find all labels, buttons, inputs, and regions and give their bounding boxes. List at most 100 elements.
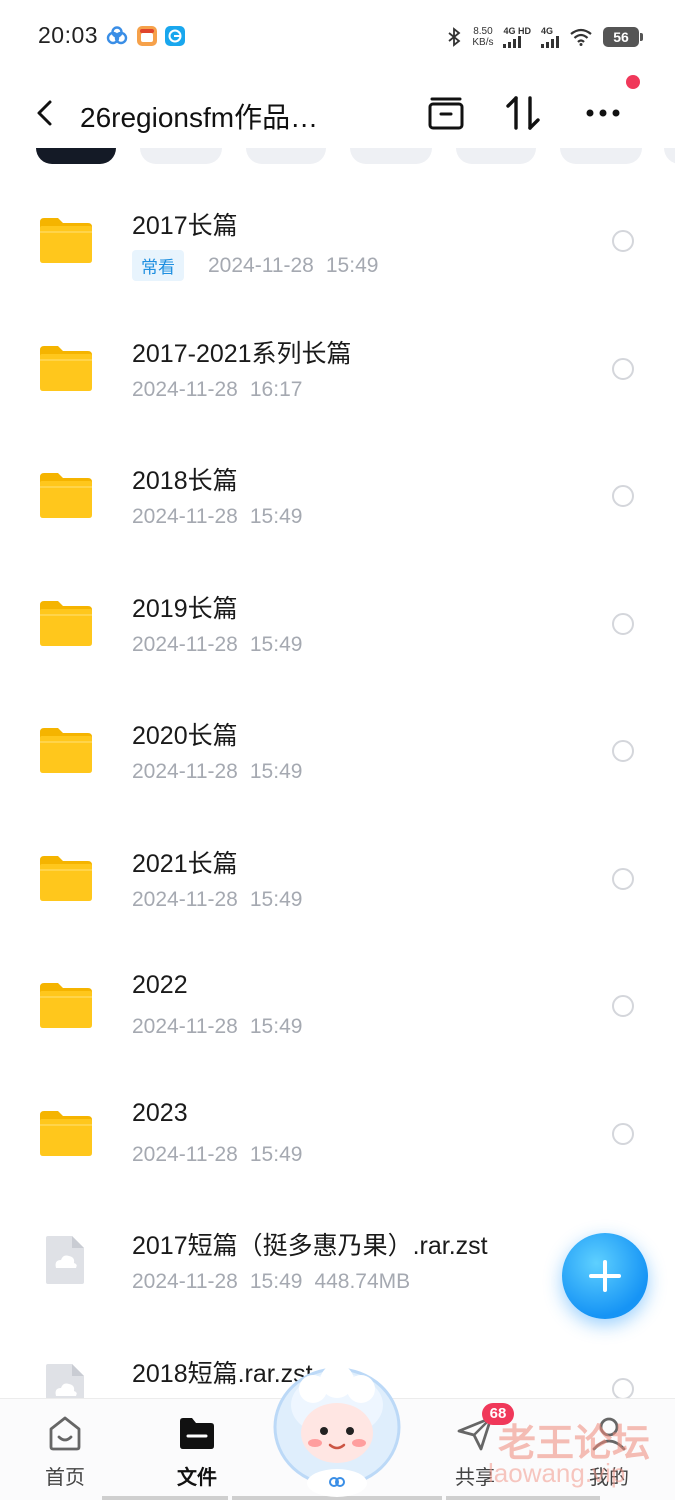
select-radio[interactable]	[612, 357, 634, 380]
folder-icon	[40, 345, 92, 391]
more-icon[interactable]	[580, 90, 626, 136]
file-meta: 2024-11-28 15:49	[132, 760, 302, 784]
profile-icon	[592, 1417, 626, 1451]
shop-app-icon	[137, 26, 157, 46]
file-time: 15:49	[249, 1270, 303, 1293]
file-size: 448.74MB	[314, 1270, 411, 1293]
file-name: 2023	[132, 1098, 188, 1127]
signal-bars-icon	[503, 35, 522, 48]
status-time: 20:03	[38, 22, 99, 48]
cloud-app-icon	[106, 26, 128, 45]
filter-chip[interactable]	[246, 148, 326, 164]
filter-chip[interactable]	[36, 148, 116, 164]
file-row[interactable]: 2020长篇 2024-11-28 15:49	[0, 678, 675, 806]
add-button[interactable]	[562, 1233, 648, 1319]
select-radio[interactable]	[612, 867, 634, 890]
file-name: 2017短篇（挺多惠乃果）.rar.zst	[132, 1232, 488, 1260]
file-meta: 2024-11-28 16:17	[132, 378, 302, 402]
file-name: 2022	[132, 971, 188, 999]
file-time: 16:17	[249, 377, 303, 401]
filter-chip[interactable]	[456, 148, 536, 164]
file-row[interactable]: 2021长篇 2024-11-28 15:49	[0, 806, 675, 934]
file-date: 2024-11-28	[132, 1270, 238, 1293]
top-bar: 26regionsfm作品…	[0, 72, 675, 154]
nav-profile[interactable]: 我的	[554, 1399, 664, 1500]
browser-app-icon	[165, 26, 185, 46]
file-date: 2024-11-28	[132, 632, 238, 656]
file-name: 2017-2021系列长篇	[132, 339, 352, 368]
folder-icon	[40, 728, 92, 773]
file-time: 15:49	[249, 632, 303, 656]
file-date: 2024-11-28	[132, 377, 238, 401]
compressed-file-icon	[46, 1236, 84, 1284]
wifi-icon	[570, 28, 592, 46]
filter-chip[interactable]	[140, 148, 222, 164]
file-date: 2024-11-28	[132, 1142, 238, 1166]
file-name: 2020长篇	[132, 722, 238, 750]
file-meta: 2024-11-28 15:49	[132, 1143, 302, 1167]
file-row[interactable]: 2017长篇 常看 2024-11-28 15:49	[0, 168, 675, 296]
select-radio[interactable]	[612, 230, 634, 252]
file-time: 15:49	[249, 1142, 303, 1166]
select-radio[interactable]	[612, 612, 634, 635]
select-radio[interactable]	[612, 1377, 634, 1400]
select-radio[interactable]	[612, 485, 634, 507]
signal-bars-icon	[541, 35, 559, 48]
file-time: 15:49	[325, 253, 379, 277]
file-meta: 2024-11-28 15:49 448.74MB	[132, 1270, 410, 1294]
frequent-tag: 常看	[132, 250, 184, 281]
file-meta: 2024-11-28 15:49	[132, 1015, 302, 1039]
page-title: 26regionsfm作品…	[80, 102, 319, 133]
filter-chip[interactable]	[350, 148, 432, 164]
file-meta: 常看 2024-11-28 15:49	[132, 250, 378, 281]
sort-icon[interactable]	[500, 90, 546, 136]
file-date: 2024-11-28	[132, 1015, 238, 1038]
filter-chip[interactable]	[560, 148, 642, 164]
file-name: 2018长篇	[132, 467, 238, 495]
status-right: 8.50 KB/s 4G HD 4G 56	[446, 22, 643, 52]
select-radio[interactable]	[612, 995, 634, 1017]
file-date: 2024-11-28	[132, 760, 238, 783]
home-icon	[49, 1416, 81, 1451]
folder-icon	[40, 983, 92, 1028]
file-time: 15:49	[249, 505, 303, 528]
nav-home[interactable]: 首页	[10, 1399, 120, 1500]
file-name: 2019长篇	[132, 594, 238, 623]
file-row[interactable]: 2023 2024-11-28 15:49	[0, 1061, 675, 1189]
bluetooth-icon	[448, 27, 461, 47]
file-time: 15:49	[249, 1015, 303, 1038]
file-date: 2024-11-28	[132, 505, 238, 528]
back-icon[interactable]	[26, 94, 64, 132]
archive-icon[interactable]	[423, 90, 469, 136]
filter-chips	[0, 148, 675, 168]
file-row[interactable]: 2019长篇 2024-11-28 15:49	[0, 551, 675, 679]
signal-1: 4G HD	[503, 26, 531, 48]
select-radio[interactable]	[612, 1122, 634, 1145]
file-row[interactable]: 2018长篇 2024-11-28 15:49	[0, 423, 675, 551]
filter-chip[interactable]	[664, 148, 675, 164]
nav-share[interactable]: 68 共享	[420, 1399, 530, 1500]
mascot-icon[interactable]	[268, 1355, 406, 1500]
home-indicator	[102, 1496, 228, 1500]
file-meta: 2024-11-28 15:49	[132, 888, 302, 912]
file-time: 15:49	[249, 887, 303, 911]
folder-icon	[180, 1418, 214, 1449]
file-date: 2024-11-28	[208, 253, 314, 277]
folder-icon	[40, 1110, 92, 1156]
file-row[interactable]: 2022 2024-11-28 15:49	[0, 933, 675, 1061]
file-name: 2017长篇	[132, 212, 238, 240]
share-badge: 68	[482, 1403, 514, 1425]
net-speed: 8.50 KB/s	[472, 26, 494, 48]
file-row[interactable]: 2017-2021系列长篇 2024-11-28 16:17	[0, 296, 675, 424]
file-meta: 2024-11-28 15:49	[132, 505, 302, 529]
file-time: 15:49	[249, 760, 303, 783]
signal-2: 4G	[541, 26, 559, 48]
home-indicator	[446, 1496, 600, 1500]
battery-icon: 56	[603, 27, 643, 47]
status-bar: 20:03 8.50 KB/s 4G HD 4G 56	[0, 0, 675, 72]
nav-files[interactable]: 文件	[142, 1399, 252, 1500]
notification-dot	[626, 75, 640, 89]
file-name: 2021长篇	[132, 849, 238, 878]
select-radio[interactable]	[612, 740, 634, 762]
folder-icon	[40, 600, 92, 646]
